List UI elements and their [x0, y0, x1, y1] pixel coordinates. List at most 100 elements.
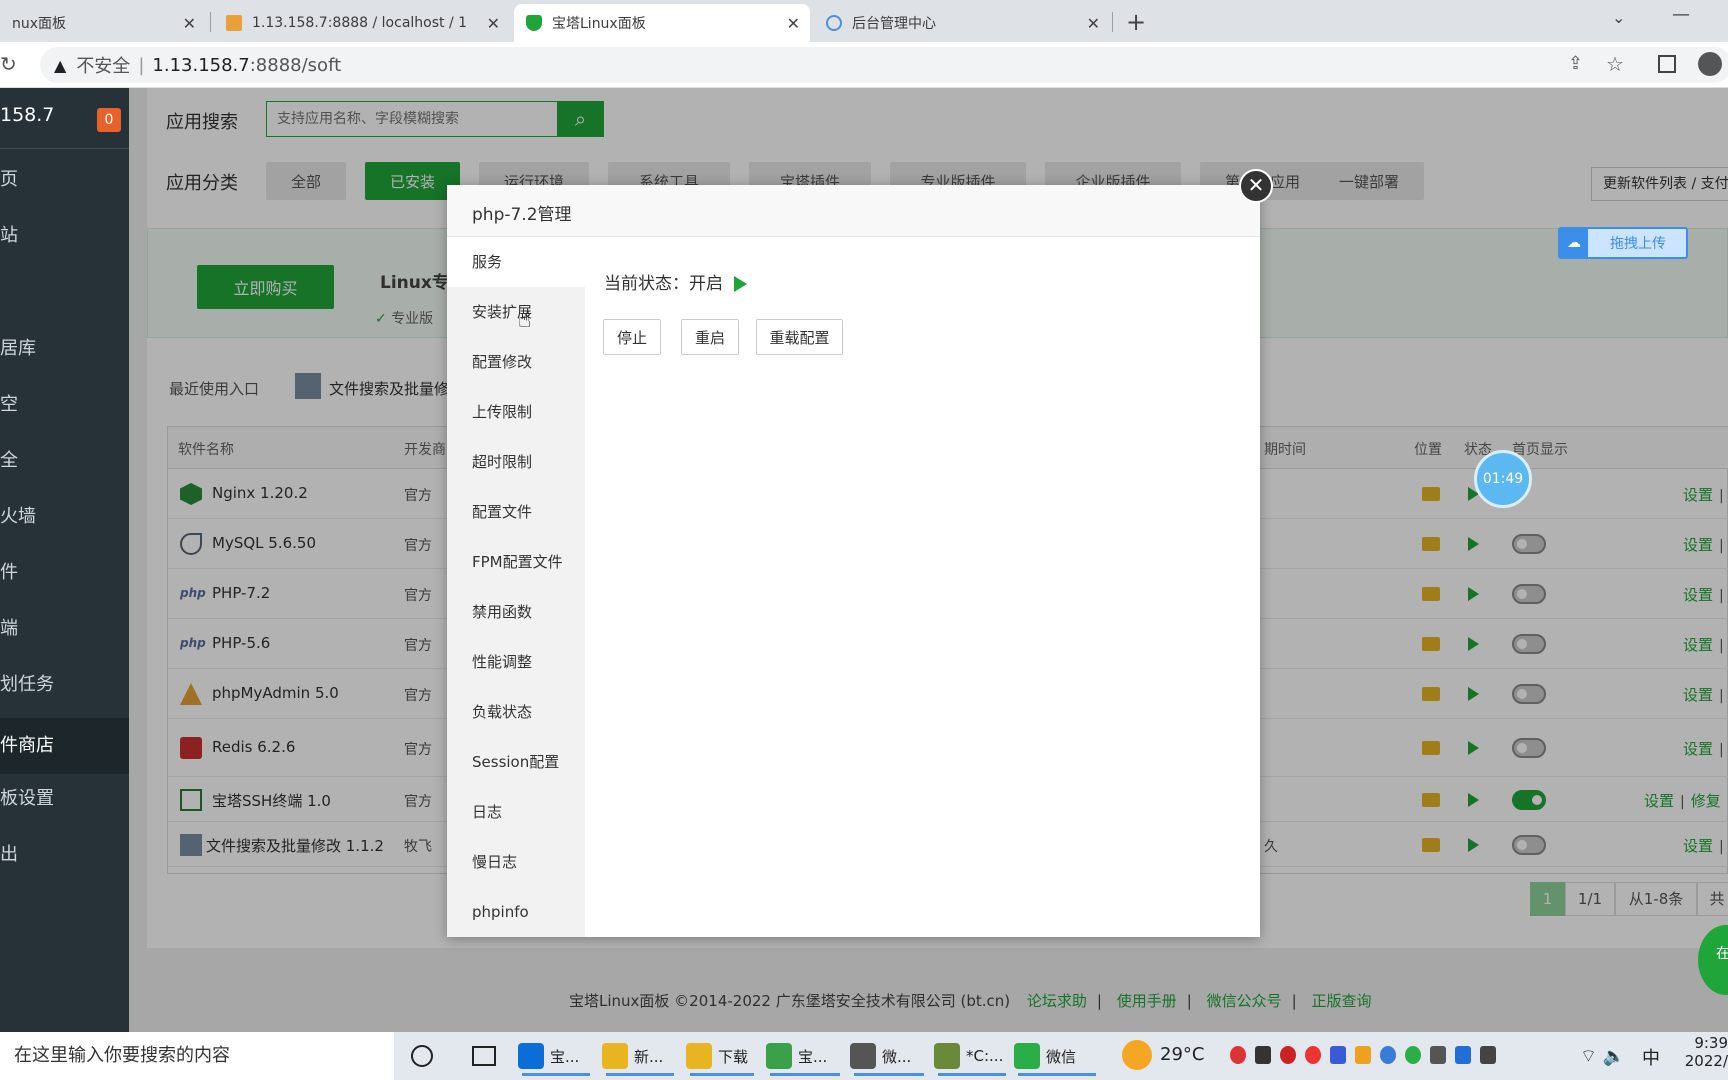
sidebar-item-cron[interactable]: 划任务 — [0, 660, 129, 710]
php-manage-modal: php-7.2管理 服务 安装扩展 配置修改 上传限制 超时限制 配置文件 FPM配置文件禁… — [447, 185, 1260, 937]
new-tab-icon[interactable]: + — [1126, 8, 1146, 36]
url-host: 1.13.158.7 — [152, 54, 250, 76]
folder-app-icon — [602, 1043, 628, 1069]
stop-button[interactable]: 停止 — [603, 319, 661, 355]
modal-nav-item[interactable]: 慢日志 — [447, 837, 585, 887]
taskbar-folder-app[interactable]: 新... — [602, 1036, 678, 1076]
modal-nav-item[interactable]: Session配置 — [447, 737, 585, 787]
browser-tab[interactable]: 后台管理中心 ✕ — [814, 4, 1110, 42]
tray-icons-net[interactable]: ⌔ 🔈 — [1580, 1045, 1625, 1068]
service-status: 当前状态：开启 — [604, 269, 748, 294]
sidebar-item-security[interactable]: 全 — [0, 436, 129, 486]
close-icon[interactable]: ✕ — [1087, 14, 1100, 33]
ime-indicator[interactable]: 中 — [1642, 1044, 1660, 1070]
modal-close-icon[interactable]: ✕ — [1239, 169, 1273, 203]
modal-nav-item[interactable]: 性能调整 — [447, 637, 585, 687]
system-tray — [1230, 1046, 1520, 1066]
modal-nav-item[interactable]: phpinfo — [447, 887, 585, 937]
play-icon — [734, 276, 748, 292]
taskbar-terminal-app[interactable]: 微... — [850, 1036, 928, 1076]
status-label: 当前状态： — [604, 274, 689, 294]
browser-tab[interactable]: nux面板 ✕ — [0, 4, 206, 42]
browser-tab[interactable]: 1.13.158.7:8888 / localhost / 1 ✕ — [214, 4, 510, 42]
close-icon[interactable]: ✕ — [183, 14, 196, 33]
reload-config-button[interactable]: 重载配置 — [756, 319, 843, 355]
modal-nav-item[interactable]: FPM配置文件 — [447, 537, 585, 587]
headset-icon — [826, 15, 842, 31]
sidebar-item-files[interactable]: 件 — [0, 548, 129, 598]
phpmyadmin-favicon-icon — [226, 15, 242, 31]
modal-nav: 服务 安装扩展 配置修改 上传限制 超时限制 配置文件 FPM配置文件 禁用函数 性能调整 负载状… — [447, 237, 585, 937]
modal-nav-item[interactable]: 配置文件 — [447, 487, 585, 537]
share-icon[interactable]: ⇪ — [1568, 53, 1583, 74]
chevron-down-icon[interactable]: ⌄ — [1612, 8, 1625, 27]
browser-tab-bar: nux面板 ✕ 1.13.158.7:8888 / localhost / 1 … — [0, 0, 1728, 42]
sidebar-item-database[interactable]: 居库 — [0, 324, 129, 374]
status-value: 开启 — [689, 274, 723, 294]
modal-nav-item[interactable]: 安装扩展 — [447, 287, 585, 337]
sidebar-item-store[interactable]: 件商店 — [0, 718, 129, 774]
restart-button[interactable]: 重启 — [681, 319, 739, 355]
message-badge[interactable]: 0 — [97, 108, 121, 132]
reload-icon[interactable]: ↻ — [0, 52, 17, 76]
modal-nav-item[interactable]: 禁用函数 — [447, 587, 585, 637]
modal-nav-item[interactable]: 负载状态 — [447, 687, 585, 737]
sidebar-item-monitor[interactable]: 空 — [0, 380, 129, 430]
sidebar-item-home[interactable]: 页 — [0, 155, 129, 205]
close-icon[interactable]: ✕ — [787, 14, 800, 33]
tab-title: 1.13.158.7:8888 / localhost / 1 — [252, 15, 468, 31]
tab-title: nux面板 — [12, 16, 67, 32]
modal-nav-item[interactable]: 配置修改 — [447, 337, 585, 387]
warning-icon: ▲ — [54, 55, 67, 75]
minimize-icon[interactable]: — — [1672, 4, 1690, 25]
taskbar-edge-app[interactable]: 宝... — [518, 1036, 594, 1076]
modal-title: php-7.2管理 — [472, 205, 572, 225]
hand-cursor-icon: ☝ — [518, 308, 532, 333]
sidebar: 158.7 0 页 站 居库 空 全 火墙 件 端 划任务 件商店 板设置 出 — [0, 88, 129, 1032]
sidebar-item-ftp[interactable] — [0, 261, 129, 311]
sidebar-item-logout[interactable]: 出 — [0, 830, 129, 880]
taskbar-wechat-app[interactable]: 微信 — [1014, 1036, 1100, 1076]
sidebar-item-terminal[interactable]: 端 — [0, 604, 129, 654]
url-field[interactable]: ▲ 不安全 | 1.13.158.7:8888/soft ⇪ ☆ — [40, 47, 1728, 83]
cloud-icon: ☁ — [1560, 229, 1588, 257]
terminal-app-icon — [850, 1043, 876, 1069]
cortana-icon[interactable] — [411, 1045, 433, 1067]
chrome-app-icon — [766, 1043, 792, 1069]
tab-title: 后台管理中心 — [852, 16, 936, 32]
notepad-app-icon — [934, 1043, 960, 1069]
upload-drag-button[interactable]: ☁ 拖拽上传 — [1558, 227, 1688, 259]
task-view-icon[interactable] — [472, 1046, 496, 1066]
tab-title: 宝塔Linux面板 — [552, 16, 646, 32]
modal-nav-item[interactable]: 日志 — [447, 787, 585, 837]
modal-header: php-7.2管理 — [447, 185, 1260, 237]
taskbar-search[interactable]: 在这里输入你要搜索的内容 — [0, 1032, 394, 1080]
modal-nav-item[interactable]: 超时限制 — [447, 437, 585, 487]
taskbar: 在这里输入你要搜索的内容 宝... 新... 下载 宝... 微... *C:... 微信 … — [0, 1032, 1728, 1080]
address-bar: ↻ ▲ 不安全 | 1.13.158.7:8888/soft ⇪ ☆ — [0, 42, 1728, 88]
weather-icon — [1122, 1040, 1152, 1070]
wechat-app-icon — [1014, 1043, 1040, 1069]
server-ip: 158.7 — [0, 104, 55, 126]
browser-tab-active[interactable]: 宝塔Linux面板 ✕ — [514, 4, 810, 42]
downloads-app-icon — [686, 1043, 712, 1069]
taskbar-downloads-app[interactable]: 下载 — [686, 1036, 758, 1076]
profile-icon[interactable] — [1698, 52, 1722, 76]
sidebar-item-settings[interactable]: 板设置 — [0, 774, 129, 824]
url-path: :8888/soft — [249, 54, 342, 76]
taskbar-chrome-app[interactable]: 宝... — [766, 1036, 844, 1076]
modal-nav-item[interactable]: 服务 — [447, 237, 585, 287]
taskbar-notepad-app[interactable]: *C:... — [934, 1036, 1010, 1076]
sidebar-item-site[interactable]: 站 — [0, 211, 129, 261]
edge-app-icon — [518, 1043, 544, 1069]
timer-bubble[interactable]: 01:49 — [1474, 450, 1532, 508]
sidebar-item-firewall[interactable]: 火墙 — [0, 492, 129, 542]
security-label: 不安全 — [76, 56, 131, 77]
modal-nav-item[interactable]: 上传限制 — [447, 387, 585, 437]
sidepanel-icon[interactable] — [1658, 55, 1676, 73]
star-icon[interactable]: ☆ — [1606, 52, 1624, 76]
clock[interactable]: 9:39 2022/ — [1680, 1034, 1728, 1070]
weather-temp[interactable]: 29°C — [1160, 1044, 1204, 1065]
close-icon[interactable]: ✕ — [487, 14, 500, 33]
bt-shield-icon — [526, 15, 542, 31]
